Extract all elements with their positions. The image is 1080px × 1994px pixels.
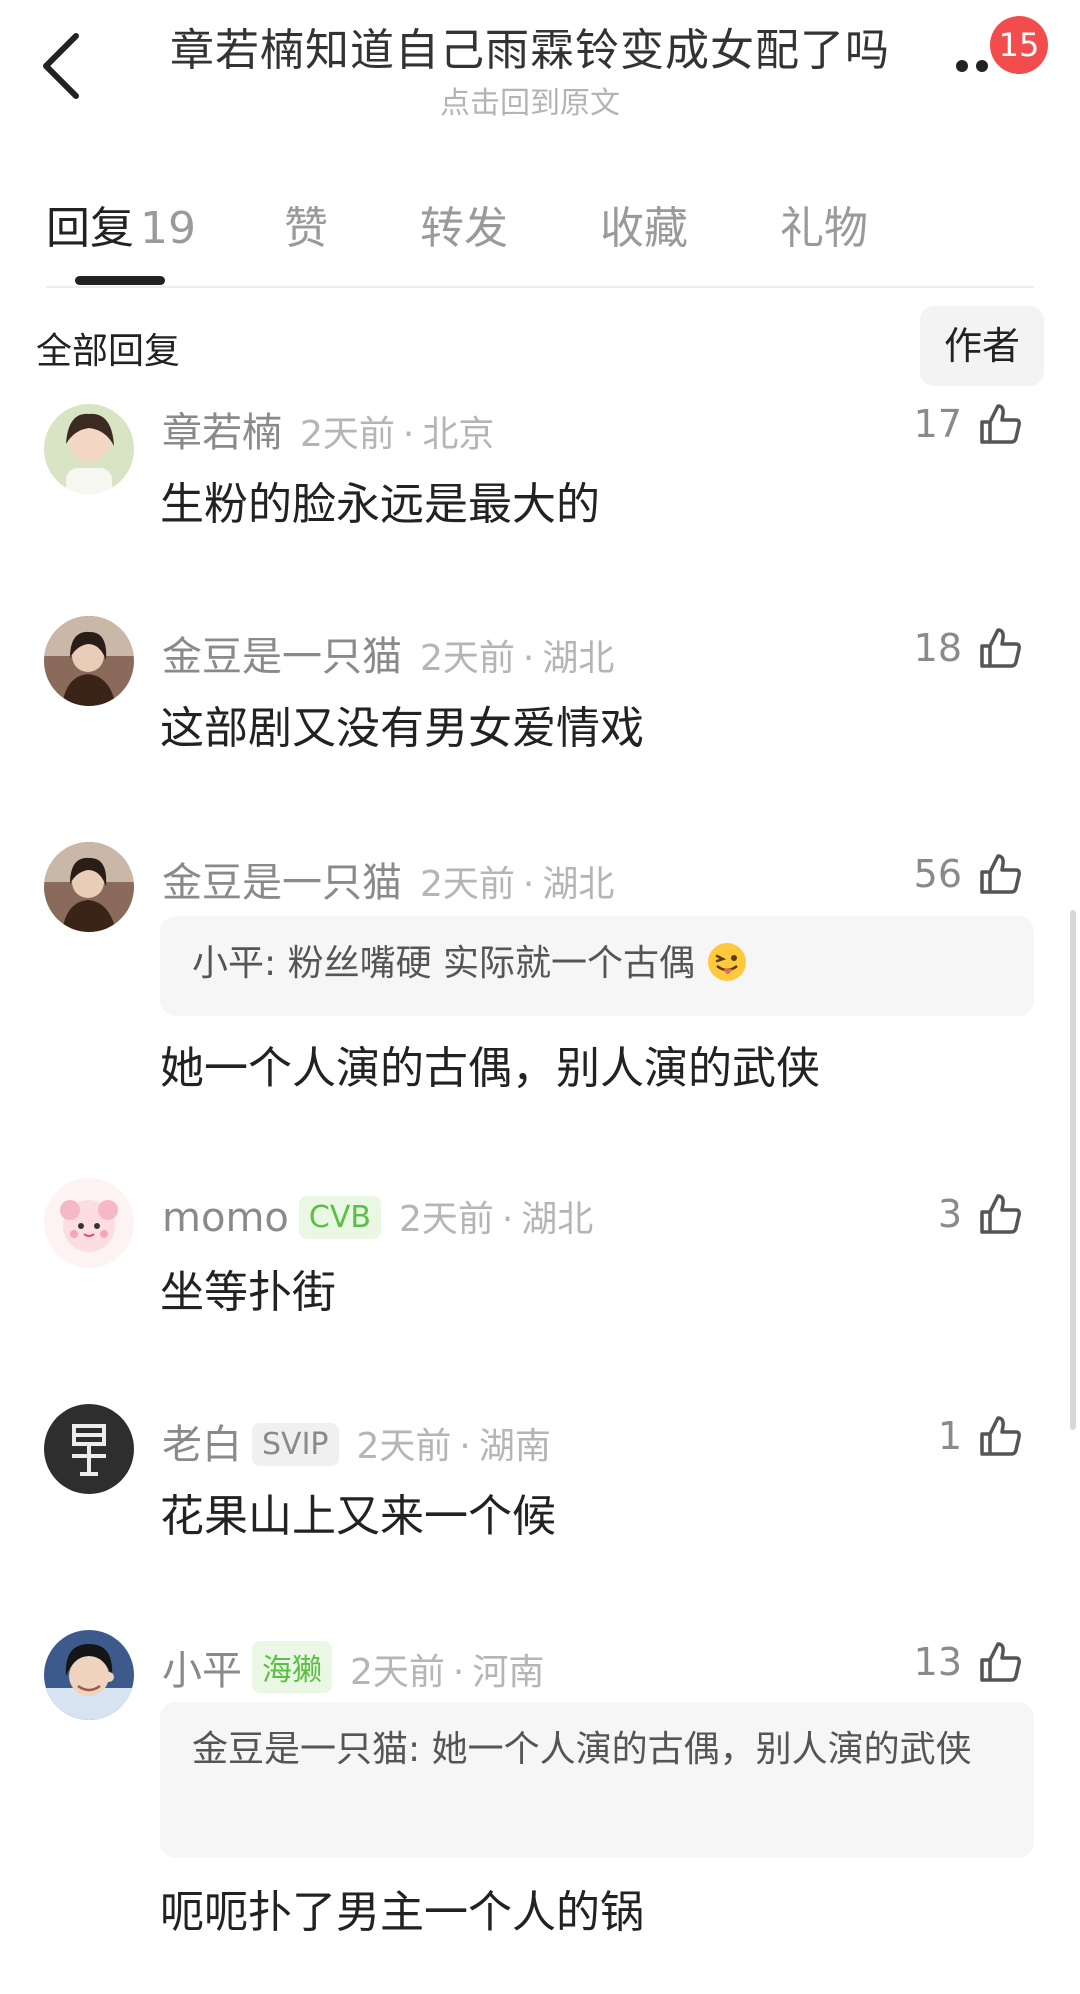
dot-separator: · xyxy=(459,1426,471,1467)
comment-header: 老白 SVIP 2天前 · 湖南 xyxy=(162,1412,551,1470)
all-replies-label: 全部回复 xyxy=(36,331,181,372)
user-badge: SVIP xyxy=(252,1423,339,1466)
comment-text: 花果山上又来一个候 xyxy=(160,1491,556,1542)
comment-time: 2天前 xyxy=(350,1652,445,1693)
like-count: 13 xyxy=(913,1640,962,1684)
like-button[interactable]: 18 xyxy=(914,624,1024,672)
comment-header: 章若楠 2天前 · 北京 xyxy=(162,400,494,458)
like-button[interactable]: 56 xyxy=(914,850,1024,898)
comment-header: 金豆是一只猫 2天前 · 湖北 xyxy=(162,624,614,682)
dot-separator: · xyxy=(522,638,535,679)
tab-bar: 回复 19 赞 转发 收藏 礼物 xyxy=(0,180,1080,290)
comment-text: 这部剧又没有男女爱情戏 xyxy=(160,703,644,754)
avatar[interactable] xyxy=(44,1404,134,1494)
comment-time: 2天前 xyxy=(420,864,515,905)
comment-time: 2天前 xyxy=(356,1426,452,1467)
like-count: 18 xyxy=(913,626,962,670)
tab-favorites[interactable]: 收藏 xyxy=(600,192,688,256)
comment-text: 生粉的脸永远是最大的 xyxy=(160,479,600,530)
scrollbar[interactable] xyxy=(1070,910,1076,1430)
user-badge: 海獭 xyxy=(252,1641,332,1693)
comment-location: 湖北 xyxy=(521,1199,594,1240)
like-button[interactable]: 17 xyxy=(914,400,1024,448)
like-button[interactable]: 3 xyxy=(938,1190,1024,1238)
top-bar: 章若楠知道自己雨霖铃变成女配了吗 点击回到原文 15 xyxy=(0,0,1080,140)
active-tab-indicator xyxy=(75,276,165,285)
page-title[interactable]: 章若楠知道自己雨霖铃变成女配了吗 xyxy=(150,14,910,78)
dot-separator: · xyxy=(402,414,415,455)
username[interactable]: 金豆是一只猫 xyxy=(162,860,402,906)
tab-replies-label: 回复 xyxy=(46,203,134,254)
tongue-out-emoji-icon xyxy=(708,943,747,981)
avatar[interactable] xyxy=(44,616,134,706)
quoted-text: 小平: 粉丝嘴硬 实际就一个古偶 xyxy=(192,943,696,984)
dot-separator: · xyxy=(452,1652,465,1693)
thumbs-up-icon xyxy=(980,628,1021,668)
dot-separator: · xyxy=(522,864,535,905)
like-count: 1 xyxy=(937,1414,962,1458)
comment-text: 呃呃扑了男主一个人的锅 xyxy=(160,1887,644,1938)
thumbs-up-icon xyxy=(980,1416,1021,1456)
like-count: 56 xyxy=(913,852,962,896)
like-button[interactable]: 13 xyxy=(914,1638,1024,1686)
thumbs-up-icon xyxy=(980,1194,1021,1234)
thumbs-up-icon xyxy=(980,1642,1021,1682)
quoted-reply[interactable]: 小平: 粉丝嘴硬 实际就一个古偶 xyxy=(160,916,1034,1016)
tab-likes[interactable]: 赞 xyxy=(284,192,328,256)
comment-header: 小平 海獭 2天前 · 河南 xyxy=(162,1638,544,1696)
thumbs-up-icon xyxy=(980,854,1021,894)
user-badge: CVB xyxy=(298,1196,381,1239)
comment-location: 河南 xyxy=(472,1652,545,1693)
avatar[interactable] xyxy=(44,1178,134,1268)
avatar[interactable] xyxy=(44,1630,134,1720)
comment-text: 坐等扑街 xyxy=(160,1267,336,1318)
comment-location: 北京 xyxy=(422,414,495,455)
username[interactable]: 金豆是一只猫 xyxy=(162,634,402,680)
comment-time: 2天前 xyxy=(420,638,515,679)
divider xyxy=(46,286,1034,288)
tab-reposts[interactable]: 转发 xyxy=(420,192,508,256)
tab-replies[interactable]: 回复 19 xyxy=(46,192,196,256)
quoted-reply[interactable]: 金豆是一只猫: 她一个人演的古偶，别人演的武侠 xyxy=(160,1702,1034,1858)
quoted-text: 金豆是一只猫: 她一个人演的古偶，别人演的武侠 xyxy=(192,1729,972,1770)
comment-location: 湖北 xyxy=(542,638,615,679)
comment-text: 她一个人演的古偶，别人演的武侠 xyxy=(160,1043,820,1094)
author-filter-button[interactable]: 作者 xyxy=(920,306,1044,386)
like-count: 3 xyxy=(937,1192,962,1236)
back-to-original-link[interactable]: 点击回到原文 xyxy=(150,78,910,122)
like-button[interactable]: 1 xyxy=(938,1412,1024,1460)
comment-location: 湖南 xyxy=(478,1426,551,1467)
comment-location: 湖北 xyxy=(542,864,615,905)
thumbs-up-icon xyxy=(980,404,1021,444)
comment-header: 金豆是一只猫 2天前 · 湖北 xyxy=(162,850,614,908)
comment-time: 2天前 xyxy=(398,1199,494,1240)
username[interactable]: momo xyxy=(162,1195,289,1241)
username[interactable]: 章若楠 xyxy=(162,410,282,456)
notification-badge[interactable]: 15 xyxy=(990,16,1048,74)
avatar[interactable] xyxy=(44,842,134,932)
tab-gifts[interactable]: 礼物 xyxy=(780,192,868,256)
comment-header: momo CVB 2天前 · 湖北 xyxy=(162,1190,593,1242)
dot-separator: · xyxy=(501,1199,514,1240)
username[interactable]: 老白 xyxy=(162,1422,242,1468)
username[interactable]: 小平 xyxy=(162,1648,242,1694)
comment-time: 2天前 xyxy=(300,414,395,455)
like-count: 17 xyxy=(913,402,962,446)
tab-replies-count: 19 xyxy=(140,203,196,254)
back-arrow-icon[interactable] xyxy=(36,28,92,104)
avatar[interactable] xyxy=(44,404,134,494)
